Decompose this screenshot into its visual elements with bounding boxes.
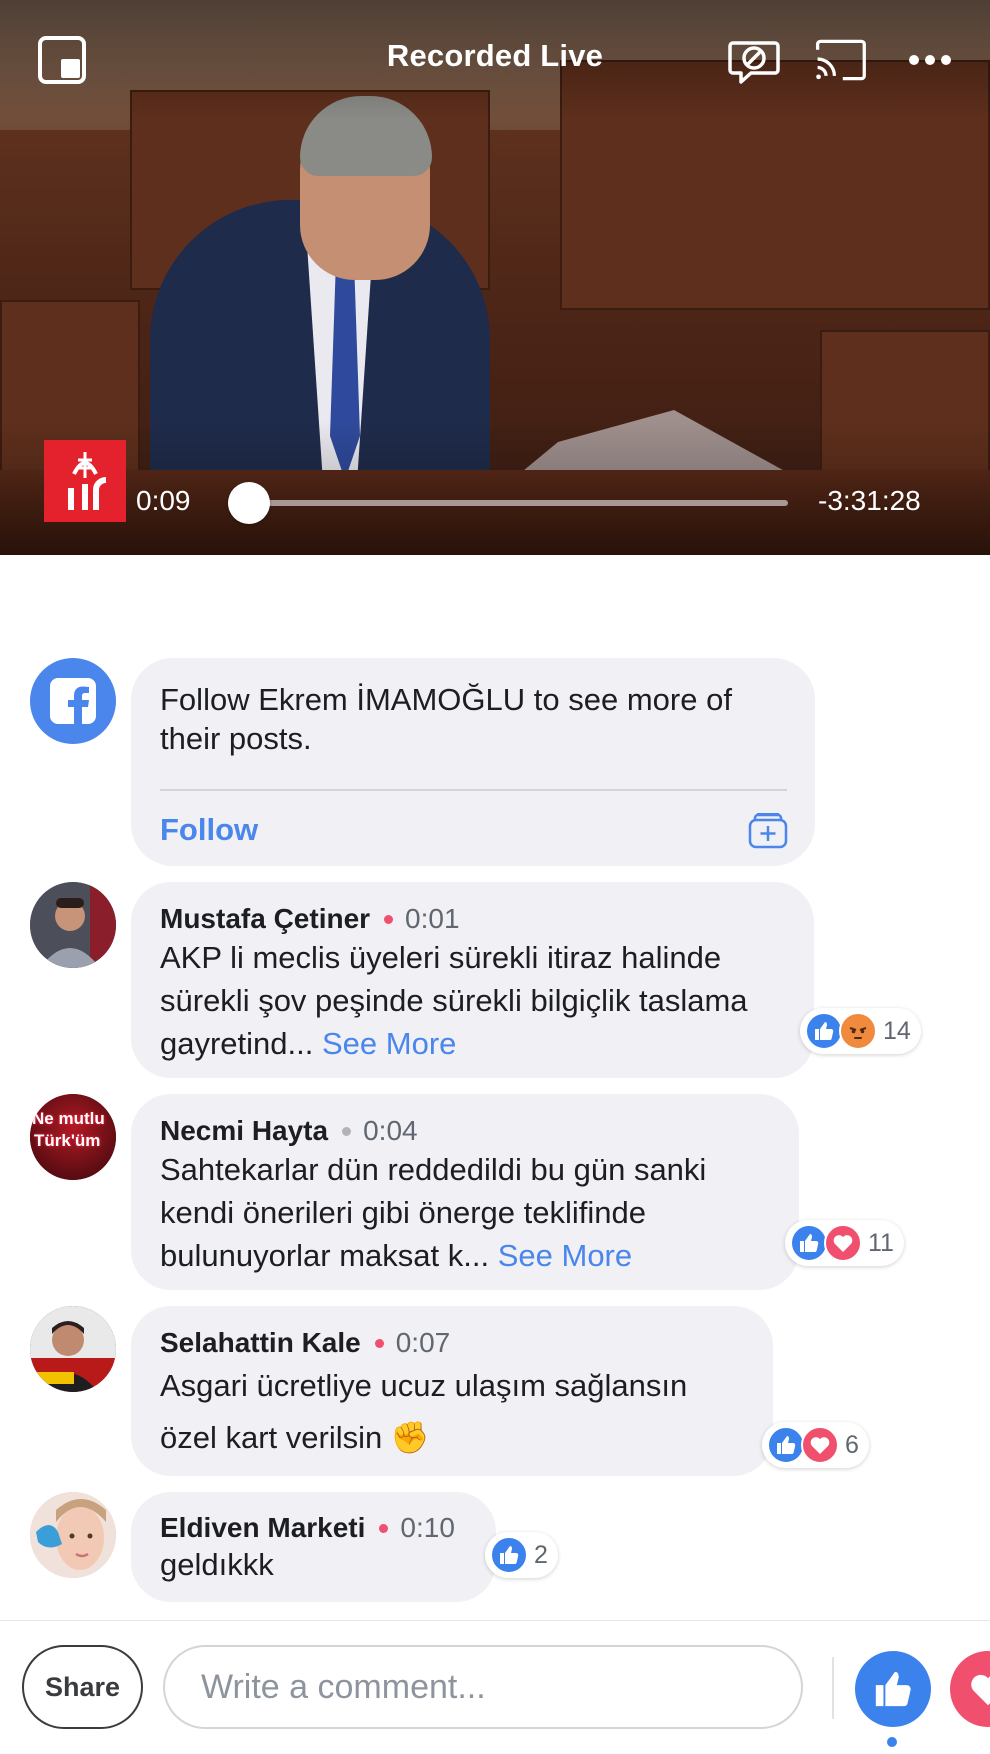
reaction-summary[interactable]: 2 (485, 1532, 558, 1578)
avatar-text: Ne mutlu Türk'üm (32, 1108, 116, 1152)
avatar[interactable] (30, 1306, 116, 1392)
comment-body: geldıkkk (160, 1545, 466, 1585)
avatar-text-line: Türk'üm (34, 1131, 101, 1150)
user-photo-icon (30, 1492, 116, 1578)
comment-timestamp[interactable]: 0:07 (396, 1326, 451, 1360)
bar-divider (832, 1657, 834, 1719)
live-dot (374, 1338, 384, 1348)
comment-author[interactable]: Mustafa Çetiner (160, 902, 370, 936)
facebook-avatar (30, 658, 116, 744)
comment-timestamp[interactable]: 0:04 (363, 1114, 418, 1148)
comment-header: Selahattin Kale 0:07 (160, 1326, 743, 1360)
comment-author[interactable]: Necmi Hayta (160, 1114, 328, 1148)
ibb-logo-icon (68, 452, 107, 510)
live-dot (379, 1523, 389, 1533)
comments-toggle-button[interactable] (726, 32, 782, 88)
avatar[interactable]: Ne mutlu Türk'üm (30, 1094, 116, 1180)
follow-card-divider (160, 789, 787, 791)
reaction-summary[interactable]: 11 (785, 1220, 904, 1266)
time-remaining: -3:31:28 (818, 485, 921, 516)
reaction-count: 6 (845, 1430, 859, 1459)
comment-timestamp[interactable]: 0:10 (400, 1511, 455, 1545)
cast-button[interactable] (812, 32, 868, 88)
user-photo-icon (30, 1306, 116, 1392)
like-reaction-icon (805, 1012, 843, 1050)
heart-icon (971, 1674, 990, 1706)
live-dot (342, 1126, 352, 1136)
like-reaction-icon (790, 1224, 828, 1262)
user-photo-icon (30, 882, 116, 968)
reaction-summary[interactable]: 14 (800, 1008, 921, 1054)
avatar-text-line: Ne mutlu (32, 1109, 105, 1128)
reaction-summary[interactable]: 6 (762, 1422, 869, 1468)
follow-suggestion-card: Follow Ekrem İMAMOĞLU to see more of the… (131, 658, 815, 866)
comment-header: Eldiven Marketi 0:10 (160, 1511, 466, 1545)
reaction-count: 2 (534, 1540, 548, 1569)
comment-author[interactable]: Eldiven Marketi (160, 1511, 365, 1545)
more-options-button[interactable] (902, 32, 958, 88)
comment-bubble[interactable]: Necmi Hayta 0:04 Sahtekarlar dün reddedi… (131, 1094, 799, 1290)
reaction-count: 14 (883, 1016, 911, 1045)
comment-header: Mustafa Çetiner 0:01 (160, 902, 784, 936)
comment-input[interactable] (163, 1645, 803, 1729)
live-dot (384, 914, 394, 924)
comment-body: AKP li meclis üyeleri sürekli itiraz hal… (160, 936, 784, 1065)
comments-feed[interactable]: Follow Ekrem İMAMOĞLU to see more of the… (0, 555, 990, 1620)
avatar[interactable] (30, 882, 116, 968)
like-button[interactable] (855, 1651, 931, 1727)
more-icon (909, 55, 951, 65)
cast-icon (815, 39, 866, 81)
selected-reaction-indicator (887, 1737, 897, 1747)
comment-text: geldıkkk (160, 1547, 274, 1582)
thumbs-up-icon (875, 1671, 911, 1707)
see-more-link[interactable]: See More (322, 1026, 456, 1061)
video-scrubber-handle[interactable] (227, 482, 270, 524)
facebook-logo-icon (50, 678, 96, 724)
love-reaction-icon (824, 1224, 862, 1262)
comment-bubble[interactable]: Mustafa Çetiner 0:01 AKP li meclis üyele… (131, 882, 814, 1078)
comment-timestamp[interactable]: 0:01 (405, 902, 460, 936)
comment-header: Necmi Hayta 0:04 (160, 1114, 769, 1148)
share-button[interactable]: Share (22, 1645, 143, 1729)
video-progress-bar[interactable] (227, 482, 788, 524)
like-reaction-icon (767, 1426, 805, 1464)
time-elapsed: 0:09 (136, 485, 191, 516)
reaction-count: 11 (868, 1228, 894, 1257)
comments-off-icon (728, 41, 780, 84)
channel-logo (44, 440, 126, 522)
video-player[interactable]: Recorded Live 0:09 -3:31:28 (0, 0, 990, 555)
love-reaction-icon (801, 1426, 839, 1464)
comment-author[interactable]: Selahattin Kale (160, 1326, 361, 1360)
angry-reaction-icon (839, 1012, 877, 1050)
add-to-feed-icon[interactable] (748, 811, 788, 849)
comment-bubble[interactable]: Eldiven Marketi 0:10 geldıkkk (131, 1492, 496, 1602)
bottom-action-bar: Share (0, 1620, 990, 1754)
avatar[interactable] (30, 1492, 116, 1578)
follow-suggestion-text: Follow Ekrem İMAMOĞLU to see more of the… (160, 682, 732, 756)
love-button[interactable] (950, 1651, 990, 1727)
like-reaction-icon (490, 1536, 528, 1574)
comment-body: Asgari ücretliye ucuz ulaşım sağlansın ö… (160, 1360, 743, 1464)
follow-button[interactable]: Follow (160, 812, 258, 848)
comment-bubble[interactable]: Selahattin Kale 0:07 Asgari ücretliye uc… (131, 1306, 773, 1476)
comment-body: Sahtekarlar dün reddedildi bu gün sanki … (160, 1148, 769, 1277)
raised-fist-emoji: ✊ (390, 1420, 430, 1455)
see-more-link[interactable]: See More (498, 1238, 632, 1273)
